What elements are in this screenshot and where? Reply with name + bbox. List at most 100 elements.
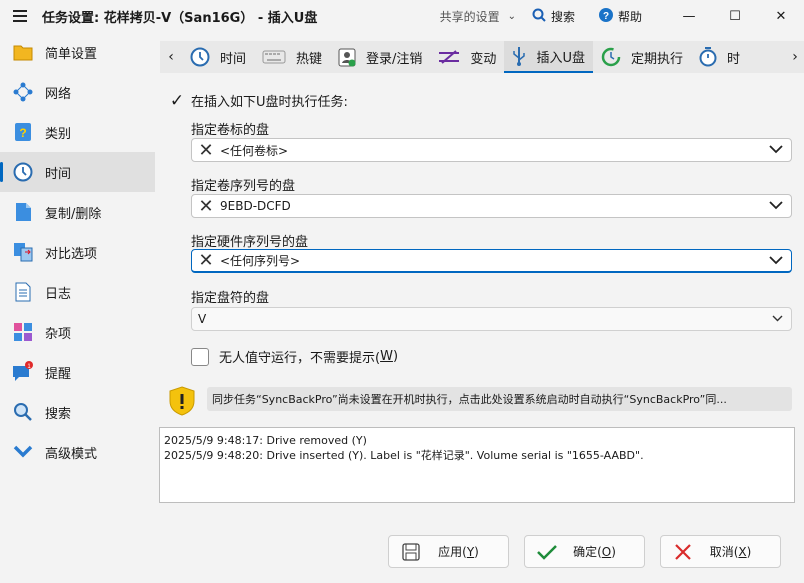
chevron-down-icon [772,312,783,325]
sidebar-item-simple-settings[interactable]: 简单设置 [0,32,155,72]
volume-label-combo[interactable]: ✕ <任何卷标> [191,138,792,162]
hamburger-menu-icon[interactable] [0,0,40,32]
help-button[interactable]: ? 帮助 [598,7,642,25]
ok-label: 确定 [573,545,598,559]
volume-label-value: <任何卷标> [220,143,289,158]
compare-icon [12,241,34,263]
tab-bar: ‹ 时间 热键 登录/注销 变动 插入U盘 定期执行 时 › [160,41,804,73]
tab-hotkey[interactable]: 热键 [254,41,330,73]
tab-label: 时 [726,51,740,67]
sidebar-item-network[interactable]: 网络 [0,72,155,112]
drive-letter-value: V [198,312,207,326]
sidebar-item-misc[interactable]: 杂项 [0,312,155,352]
login-icon [338,47,356,67]
close-button[interactable]: ✕ [758,0,804,32]
cancel-button[interactable]: 取消(X) [660,535,781,568]
volume-serial-combo[interactable]: ✕ 9EBD-DCFD [191,194,792,218]
tab-time[interactable]: 时间 [182,41,254,73]
search-icon [532,8,546,25]
clear-icon[interactable]: ✕ [192,196,220,217]
tab-label: 时间 [220,51,247,67]
checkmark-icon [529,544,565,560]
unattended-accelerator: W [380,349,393,364]
log-line: 2025/5/9 9:48:17: Drive removed (Y) [164,434,367,447]
search-button[interactable]: 搜索 [532,8,575,25]
search-label: 搜索 [550,9,575,24]
clear-icon[interactable]: ✕ [192,140,220,161]
ok-button[interactable]: 确定(O) [524,535,645,568]
misc-icon [12,321,34,343]
clock-icon [190,47,210,67]
sidebar-item-label: 日志 [45,286,72,302]
folder-icon [12,41,34,63]
tab-scroll-left-icon[interactable]: ‹ [160,41,182,73]
cancel-accelerator: X [738,545,747,559]
sidebar: 简单设置 网络 ? 类别 时间 复制/删除 对比选项 日志 杂项 1 提醒 搜索… [0,32,155,583]
tab-label: 定期执行 [630,51,683,67]
sidebar-item-advanced-mode[interactable]: 高级模式 [0,432,155,472]
chevron-down-icon[interactable]: ⌄ [508,11,516,22]
volume-serial-label: 指定卷序列号的盘 [191,179,296,194]
svg-text:?: ? [19,126,26,140]
hardware-serial-combo[interactable]: ✕ <任何序列号> [191,249,792,273]
search-icon [12,401,34,423]
sidebar-item-label: 杂项 [45,326,72,342]
category-icon: ? [12,121,34,143]
chevron-down-icon[interactable] [769,198,783,214]
help-icon: ? [598,7,613,25]
chevron-down-icon [12,441,34,463]
sidebar-item-label: 提醒 [45,366,72,382]
apply-accelerator: Y [466,545,475,559]
svg-text:?: ? [603,11,609,22]
tab-scroll-right-icon[interactable]: › [786,41,804,73]
apply-button[interactable]: 应用(Y) [388,535,509,568]
chevron-down-icon[interactable] [769,253,783,269]
maximize-button[interactable]: ☐ [712,0,758,32]
sidebar-item-label: 高级模式 [45,446,98,462]
sidebar-item-time[interactable]: 时间 [0,152,155,192]
drive-letter-select[interactable]: V [191,307,792,331]
cancel-label: 取消 [709,545,734,559]
minimize-button[interactable]: — [666,0,712,32]
tab-login-logout[interactable]: 登录/注销 [330,41,430,73]
title-bar: 任务设置: 花样拷贝-V（San16G） - 插入U盘 共享的设置 ⌄ 搜索 ?… [0,0,804,32]
tab-change[interactable]: 变动 [430,41,504,73]
copy-icon [12,201,34,223]
ok-accelerator: O [601,545,612,559]
hardware-serial-value: <任何序列号> [220,254,301,268]
sidebar-item-copy-delete[interactable]: 复制/删除 [0,192,155,232]
sidebar-item-category[interactable]: ? 类别 [0,112,155,152]
startup-notice-link[interactable]: 同步任务“SyncBackPro”尚未设置在开机时执行，点击此处设置系统启动时自… [207,387,792,411]
timer-icon [699,47,717,67]
refresh-icon [601,47,621,67]
keyboard-icon [262,50,286,64]
clear-icon[interactable]: ✕ [192,250,220,271]
window-title: 任务设置: 花样拷贝-V（San16G） - 插入U盘 [42,10,318,26]
tab-usb-insert[interactable]: 插入U盘 [504,41,593,73]
unattended-checkbox[interactable]: 无人值守运行，不需要提示(W) [191,347,398,366]
unattended-suffix: ) [392,349,399,364]
sidebar-item-log[interactable]: 日志 [0,272,155,312]
tab-label: 登录/注销 [366,51,423,67]
sidebar-item-label: 简单设置 [45,46,98,62]
sidebar-item-label: 网络 [45,86,72,102]
sidebar-item-compare[interactable]: 对比选项 [0,232,155,272]
sidebar-item-label: 复制/删除 [45,206,102,222]
tab-timer[interactable]: 时 [691,41,748,73]
sidebar-item-reminder[interactable]: 1 提醒 [0,352,155,392]
checkbox-box [191,347,209,366]
sidebar-item-search[interactable]: 搜索 [0,392,155,432]
log-icon [12,281,34,303]
tab-label: 插入U盘 [536,50,585,66]
volume-label-label: 指定卷标的盘 [191,123,270,138]
chevron-down-icon[interactable] [769,142,783,158]
tab-label: 变动 [470,51,497,67]
network-icon [12,81,34,103]
run-on-insert-checkbox[interactable]: ✓ 在插入如下U盘时执行任务: [167,91,348,111]
sidebar-item-label: 类别 [45,126,72,142]
change-icon [438,49,460,65]
shared-settings-dropdown[interactable]: 共享的设置 [440,8,500,25]
run-on-insert-label: 在插入如下U盘时执行任务: [191,95,348,110]
reminder-icon: 1 [12,361,34,383]
tab-scheduled[interactable]: 定期执行 [593,41,691,73]
